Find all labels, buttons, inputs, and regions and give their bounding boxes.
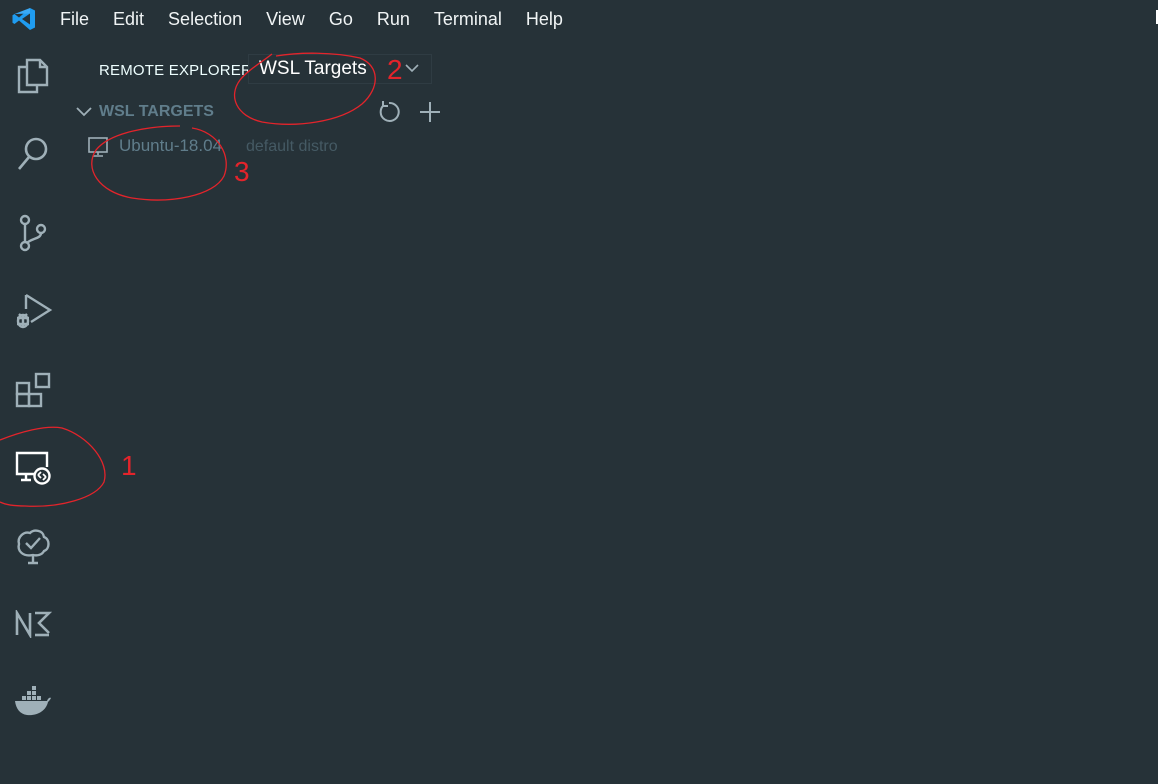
refresh-button[interactable]: [376, 99, 402, 125]
vscode-logo-icon: [11, 6, 37, 32]
refresh-icon: [379, 101, 400, 122]
annotation-label-2: 2: [387, 54, 403, 85]
target-label: Ubuntu-18.04: [119, 136, 223, 155]
activity-remote-explorer[interactable]: [0, 438, 66, 498]
extensions-icon: [15, 372, 51, 408]
files-icon: [17, 58, 49, 94]
target-type-dropdown[interactable]: WSL Targets: [248, 54, 432, 84]
annotation-label-3: 3: [234, 156, 250, 187]
activity-bar: [0, 38, 66, 784]
menu-go[interactable]: Go: [317, 0, 365, 38]
activity-docker[interactable]: [0, 672, 66, 732]
menu-view[interactable]: View: [254, 0, 317, 38]
monitor-icon: [88, 137, 108, 157]
section-title: WSL TARGETS: [99, 103, 214, 120]
search-icon: [18, 137, 48, 170]
menu-run[interactable]: Run: [365, 0, 422, 38]
menu-file[interactable]: File: [48, 0, 101, 38]
activity-explorer[interactable]: [0, 46, 66, 106]
target-description: default distro: [246, 138, 338, 155]
activity-source-control[interactable]: [0, 203, 66, 263]
sidebar-title: REMOTE EXPLORER: [99, 61, 253, 79]
target-type-value: WSL Targets: [259, 58, 367, 79]
activity-run-debug[interactable]: [0, 281, 66, 341]
run-debug-icon: [16, 293, 53, 329]
activity-search[interactable]: [0, 124, 66, 184]
n2-icon: [15, 610, 52, 638]
menu-edit[interactable]: Edit: [101, 0, 156, 38]
wsl-targets-section-header[interactable]: WSL TARGETS: [66, 98, 466, 126]
remote-explorer-icon: [15, 451, 51, 485]
chevron-down-icon: [76, 107, 92, 117]
add-icon: [420, 102, 440, 122]
wsl-target-item[interactable]: Ubuntu-18.04 default distro: [66, 132, 466, 160]
chevron-down-icon: [405, 64, 419, 73]
remote-explorer-sidebar: REMOTE EXPLORER WSL Targets WSL TARGETS: [66, 38, 466, 784]
section-actions: [376, 98, 458, 126]
source-control-icon: [19, 214, 47, 252]
menu-terminal[interactable]: Terminal: [422, 0, 514, 38]
activity-extensions[interactable]: [0, 360, 66, 420]
tree-check-icon: [17, 529, 50, 565]
add-button[interactable]: [417, 99, 443, 125]
vscode-window: File Edit Selection View Go Run Terminal…: [0, 0, 1158, 784]
menu-selection[interactable]: Selection: [156, 0, 254, 38]
menu-bar: File Edit Selection View Go Run Terminal…: [0, 0, 1158, 38]
annotation-label-1: 1: [121, 450, 137, 481]
activity-tree-extension[interactable]: [0, 516, 66, 576]
activity-n2-extension[interactable]: [0, 594, 66, 654]
docker-icon: [15, 686, 51, 716]
menu-help[interactable]: Help: [514, 0, 575, 38]
